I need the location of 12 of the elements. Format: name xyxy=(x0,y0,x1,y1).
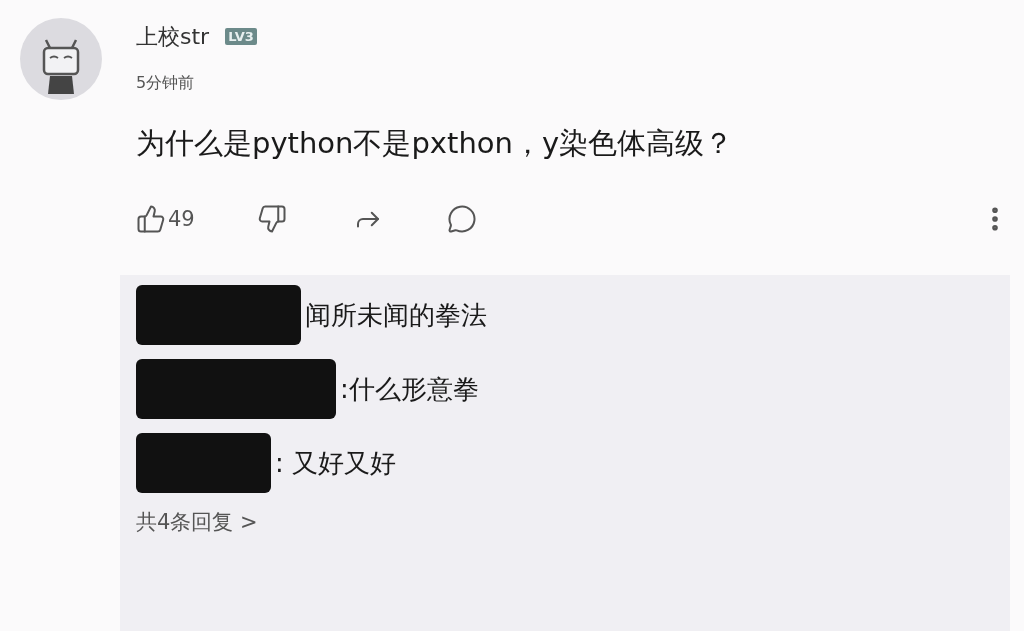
username[interactable]: 上校str xyxy=(136,20,210,53)
comment-text: 为什么是python不是pxthon，y染色体高级？ xyxy=(136,125,735,162)
avatar-icon[interactable] xyxy=(20,18,102,100)
reply-text: 闻所未闻的拳法 xyxy=(305,298,487,332)
reply-icon[interactable] xyxy=(446,204,477,235)
level-badge: LV3 xyxy=(225,28,257,45)
comment-time: 5分钟前 xyxy=(136,72,196,94)
more-replies-link[interactable]: 共4条回复 > xyxy=(136,507,1010,539)
reply-text: :什么形意拳 xyxy=(340,372,479,406)
like-button[interactable]: 49 xyxy=(136,203,195,235)
reply-text: : 又好又好 xyxy=(275,446,397,480)
dislike-icon[interactable] xyxy=(256,204,287,235)
